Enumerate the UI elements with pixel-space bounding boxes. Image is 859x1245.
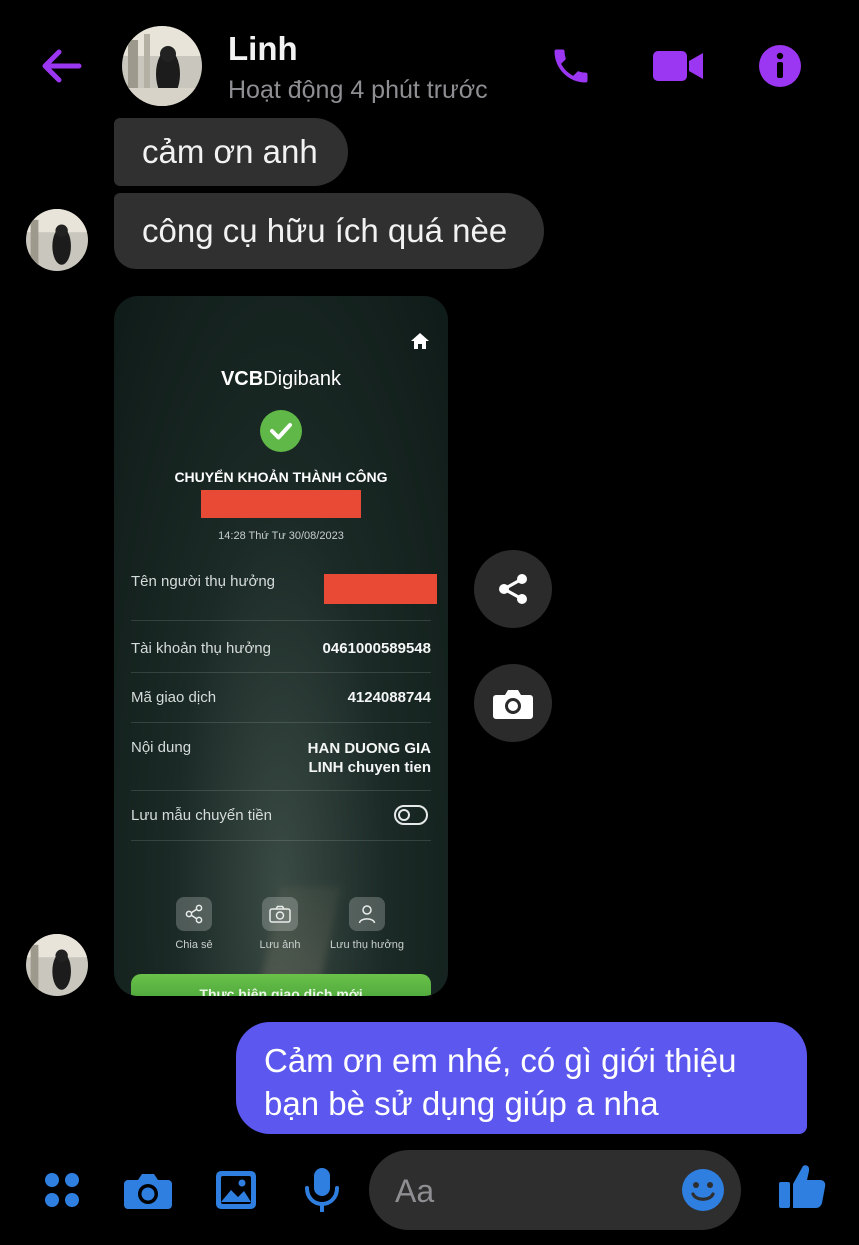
shared-receipt-image[interactable]: VCBDigibank CHUYỂN KHOẢN THÀNH CÔNG 14:2… xyxy=(114,296,448,996)
transaction-id-label: Mã giao dịch xyxy=(131,689,217,706)
user-icon xyxy=(349,897,385,931)
transfer-status-title: CHUYỂN KHOẢN THÀNH CÔNG xyxy=(174,469,388,485)
save-template-toggle[interactable] xyxy=(394,805,428,825)
beneficiary-account-label: Tài khoản thụ hưởng xyxy=(131,640,271,657)
thumbs-up-icon xyxy=(779,1165,826,1208)
save-template-label: Lưu mẫu chuyển tiền xyxy=(131,807,272,824)
divider xyxy=(131,840,431,841)
message-text: cảm ơn anh xyxy=(142,133,318,170)
save-beneficiary-action[interactable]: Lưu thụ hưởng xyxy=(327,897,407,951)
active-status: Hoạt động 4 phút trước xyxy=(228,76,488,104)
gallery-icon xyxy=(216,1171,256,1209)
emoji-button[interactable] xyxy=(681,1168,725,1212)
message-text-line1: Cảm ơn em nhé, có gì giới thiệu xyxy=(264,1042,737,1079)
content-value: HAN DUONG GIA LINH chuyen tien xyxy=(308,739,431,777)
redacted-beneficiary-name xyxy=(324,574,437,604)
camera-icon xyxy=(262,897,298,931)
brand-bold: VCB xyxy=(220,368,264,390)
back-arrow-icon xyxy=(42,49,82,83)
back-button[interactable] xyxy=(36,42,86,90)
save-image-action[interactable]: Lưu ảnh xyxy=(240,897,320,951)
voice-message-button[interactable] xyxy=(292,1160,352,1220)
content-value-line2: LINH chuyen tien xyxy=(308,759,431,776)
avatar-photo xyxy=(122,26,202,106)
video-call-button[interactable] xyxy=(648,38,708,94)
like-button[interactable] xyxy=(772,1156,832,1216)
voice-call-button[interactable] xyxy=(543,38,599,94)
video-camera-icon xyxy=(653,51,703,81)
divider xyxy=(131,790,431,791)
avatar-photo xyxy=(26,209,88,271)
phone-icon xyxy=(554,49,588,83)
content-label: Nội dung xyxy=(131,739,192,756)
sender-avatar xyxy=(26,934,88,996)
share-action[interactable]: Chia sẻ xyxy=(154,897,234,951)
info-button[interactable] xyxy=(752,38,808,94)
divider xyxy=(131,620,431,621)
save-image-label: Lưu ảnh xyxy=(259,939,301,951)
camera-icon xyxy=(493,690,533,719)
message-text: công cụ hữu ích quá nèe xyxy=(142,212,508,249)
toggle-knob xyxy=(398,809,410,821)
gallery-button[interactable] xyxy=(206,1160,266,1220)
share-action-label: Chia sẻ xyxy=(175,939,213,951)
divider xyxy=(131,722,431,723)
incoming-message[interactable]: công cụ hữu ích quá nèe xyxy=(114,193,544,269)
save-image-button[interactable] xyxy=(474,664,552,742)
share-icon xyxy=(499,574,527,604)
contact-avatar[interactable] xyxy=(122,26,202,106)
transfer-datetime: 14:28 Thứ Tư 30/08/2023 xyxy=(218,530,344,542)
emoji-icon xyxy=(682,1169,724,1211)
camera-button[interactable] xyxy=(118,1160,178,1220)
camera-icon xyxy=(124,1174,172,1209)
message-composer[interactable] xyxy=(369,1150,741,1230)
save-beneficiary-label: Lưu thụ hưởng xyxy=(330,939,404,951)
new-transaction-button[interactable]: Thực hiện giao dịch mới xyxy=(131,974,431,996)
redacted-amount xyxy=(201,490,361,518)
outgoing-message[interactable]: Cảm ơn em nhé, có gì giới thiệu bạn bè s… xyxy=(236,1022,807,1134)
incoming-message[interactable]: cảm ơn anh xyxy=(114,118,348,186)
beneficiary-name-label: Tên người thụ hưởng xyxy=(131,573,276,590)
content-value-line1: HAN DUONG GIA xyxy=(307,740,431,757)
home-icon xyxy=(411,333,429,349)
message-text-line2: bạn bè sử dụng giúp a nha xyxy=(264,1085,659,1122)
sender-avatar xyxy=(26,209,88,271)
beneficiary-account-value: 0461000589548 xyxy=(322,640,431,657)
divider xyxy=(131,672,431,673)
apps-icon xyxy=(45,1173,79,1207)
share-image-button[interactable] xyxy=(474,550,552,628)
info-icon xyxy=(759,45,801,87)
success-check-icon xyxy=(260,410,302,452)
microphone-icon xyxy=(305,1168,339,1212)
message-input[interactable] xyxy=(393,1168,667,1214)
transaction-id-value: 4124088744 xyxy=(347,689,431,706)
vcb-logo: VCBDigibank xyxy=(114,368,448,391)
share-icon xyxy=(176,897,212,931)
brand-rest: Digibank xyxy=(263,368,342,390)
apps-button[interactable] xyxy=(32,1160,92,1220)
contact-name[interactable]: Linh xyxy=(228,30,298,68)
avatar-photo xyxy=(26,934,88,996)
